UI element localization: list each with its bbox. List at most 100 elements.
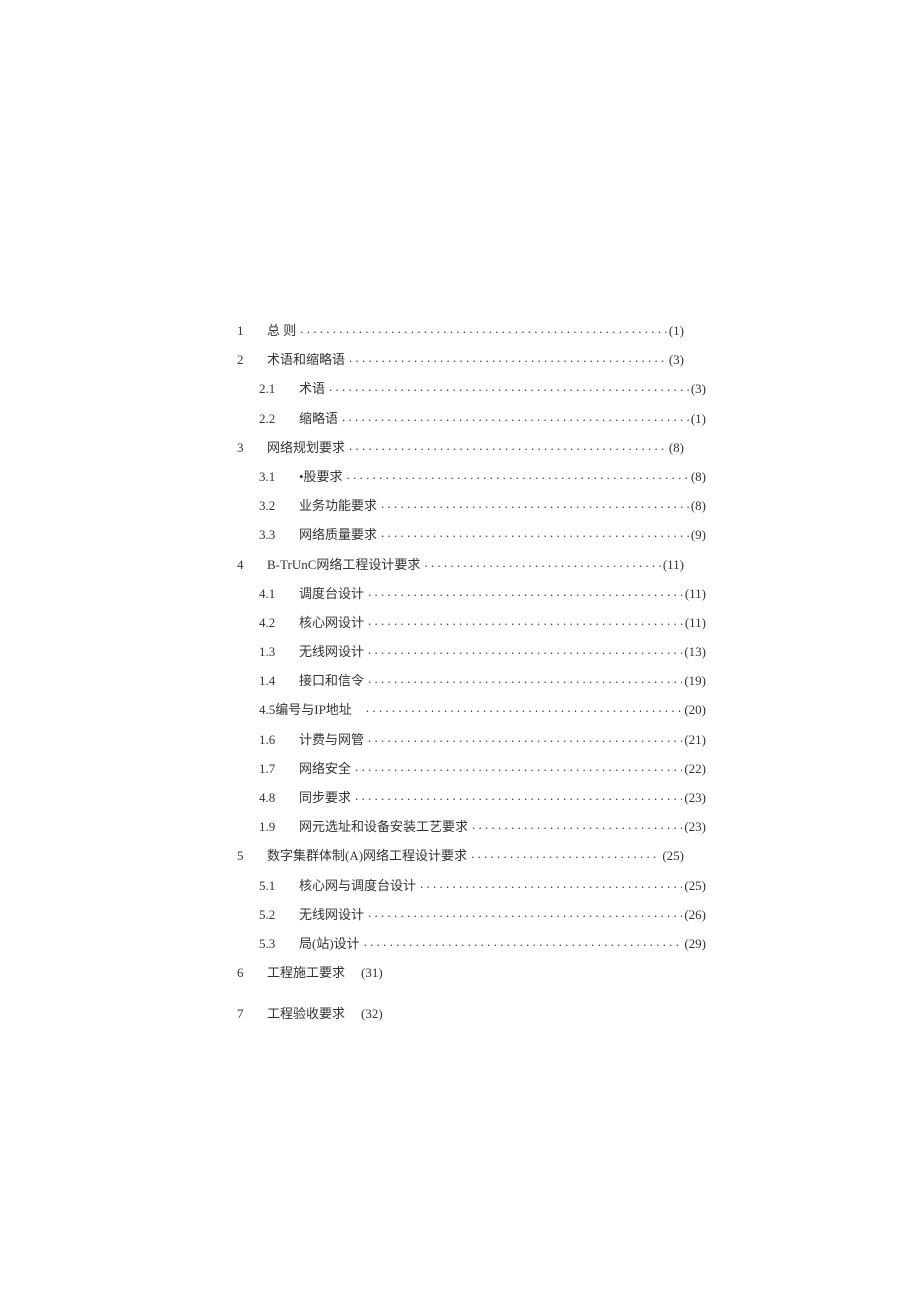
page-number: (1) [689, 412, 706, 425]
toc-entry: 5.1核心网与调度台设计 (25) [237, 877, 706, 892]
toc-entry: 4.1调度台设计 (11) [237, 585, 706, 600]
toc-entry: 5.2无线网设计 (26) [237, 906, 706, 921]
toc-entry: 5.3局(站)设计(29) [237, 935, 706, 950]
toc-entry: 6工程施工要求 (31) [237, 964, 684, 979]
page-number: (11) [683, 587, 706, 600]
leader-dots [349, 439, 667, 452]
leader-dots [355, 760, 682, 773]
page-number: (32) [359, 1007, 383, 1020]
page-number: (23) [682, 820, 706, 833]
toc-entry: 4.2核心网设计(11) [237, 614, 706, 629]
leader-dots [349, 964, 359, 977]
leader-dots [424, 556, 660, 569]
leader-dots [347, 468, 689, 481]
leader-dots [349, 351, 667, 364]
subsection-number: 3.2 [259, 499, 299, 512]
leader-dots [368, 614, 683, 627]
entry-title: •股要求 [299, 470, 347, 483]
page-number: (22) [682, 762, 706, 775]
entry-title: 总 则 [267, 324, 300, 337]
page-number: (31) [359, 966, 383, 979]
toc-entry: 1.7网络安全 (22) [237, 760, 706, 775]
page-number: (25) [682, 879, 706, 892]
leader-dots [381, 526, 689, 539]
section-number: 7 [237, 1007, 267, 1020]
page-number: (11) [683, 616, 706, 629]
entry-title: 术语 [299, 382, 329, 395]
entry-title: 工程施工要求 [267, 966, 349, 979]
section-number: 2 [237, 353, 267, 366]
entry-title: 核心网设计 [299, 616, 368, 629]
subsection-number: 2.2 [259, 412, 299, 425]
subsection-number: 3.3 [259, 528, 299, 541]
entry-title: 网元选址和设备安装工艺要求 [299, 820, 472, 833]
subsection-number: 1.4 [259, 674, 299, 687]
entry-title: 数字集群体制(A)网络工程设计要求 [267, 849, 471, 862]
toc-entry: 1总 则 (1) [237, 322, 684, 337]
toc-entry: 7工程验收要求 (32) [237, 1005, 684, 1020]
leader-dots [364, 935, 683, 948]
section-number: 1 [237, 324, 267, 337]
leader-dots [420, 877, 682, 890]
page-number: (3) [667, 353, 684, 366]
entry-title: 同步要求 [299, 791, 355, 804]
entry-title: 网络安全 [299, 762, 355, 775]
subsection-number: 4.5编号与IP地址 [259, 703, 366, 716]
toc-page: 1总 则 (1) 2术语和缩略语 (3) 2.1术语 (3) 2.2缩略语 (1) 3网络规划要… [0, 0, 920, 1301]
leader-dots [368, 643, 682, 656]
page-number: (21) [682, 733, 706, 746]
leader-dots [368, 672, 682, 685]
entry-title: B-TrUnC网络工程设计要求 [267, 558, 424, 571]
entry-title: 缩略语 [299, 412, 342, 425]
subsection-number: 4.8 [259, 791, 299, 804]
page-number: (19) [682, 674, 706, 687]
subsection-number: 5.2 [259, 908, 299, 921]
leader-dots [472, 818, 682, 831]
page-number: (9) [689, 528, 706, 541]
page-number: (8) [667, 441, 684, 454]
toc-entry: 4.5编号与IP地址 (20) [237, 701, 706, 716]
leader-dots [366, 701, 683, 714]
leader-dots [381, 497, 689, 510]
leader-dots [329, 380, 689, 393]
toc-entry: 4B-TrUnC网络工程设计要求(11) [237, 556, 684, 571]
leader-dots [300, 322, 667, 335]
subsection-number: 1.7 [259, 762, 299, 775]
section-number: 6 [237, 966, 267, 979]
subsection-number: 5.1 [259, 879, 299, 892]
leader-dots [368, 731, 682, 744]
leader-dots [355, 789, 682, 802]
section-number: 3 [237, 441, 267, 454]
subsection-number: 1.9 [259, 820, 299, 833]
entry-title: 核心网与调度台设计 [299, 879, 420, 892]
toc-entry: 4.8同步要求(23) [237, 789, 706, 804]
toc-entry: 3.1•股要求(8) [237, 468, 706, 483]
page-number: (8) [689, 499, 706, 512]
toc-entry: 1.9网元选址和设备安装工艺要求 (23) [237, 818, 706, 833]
entry-title: 网络规划要求 [267, 441, 349, 454]
subsection-number: 3.1 [259, 470, 299, 483]
toc-entry: 3.2业务功能要求 (8) [237, 497, 706, 512]
subsection-number: 2.1 [259, 382, 299, 395]
page-number: (3) [689, 382, 706, 395]
leader-dots [349, 1005, 359, 1018]
entry-title: 调度台设计 [299, 587, 368, 600]
toc-entry: 3.3网络质量要求(9) [237, 526, 706, 541]
toc-entry: 3网络规划要求 (8) [237, 439, 684, 454]
entry-title: 术语和缩略语 [267, 353, 349, 366]
page-number: (13) [682, 645, 706, 658]
page-number: (1) [667, 324, 684, 337]
toc-entry: 2.2缩略语 (1) [237, 410, 706, 425]
section-number: 4 [237, 558, 267, 571]
section-number: 5 [237, 849, 267, 862]
page-number: (20) [682, 703, 706, 716]
page-number: (26) [682, 908, 706, 921]
entry-title: 无线网设计 [299, 908, 368, 921]
toc-entry: 2.1术语 (3) [237, 380, 706, 395]
toc-entry: 1.3无线网设计(13) [237, 643, 706, 658]
entry-title: 工程验收要求 [267, 1007, 349, 1020]
entry-title: 接口和信令 [299, 674, 368, 687]
toc-entry: 5数字集群体制(A)网络工程设计要求 (25) [237, 847, 684, 862]
entry-title: 业务功能要求 [299, 499, 381, 512]
subsection-number: 4.1 [259, 587, 299, 600]
